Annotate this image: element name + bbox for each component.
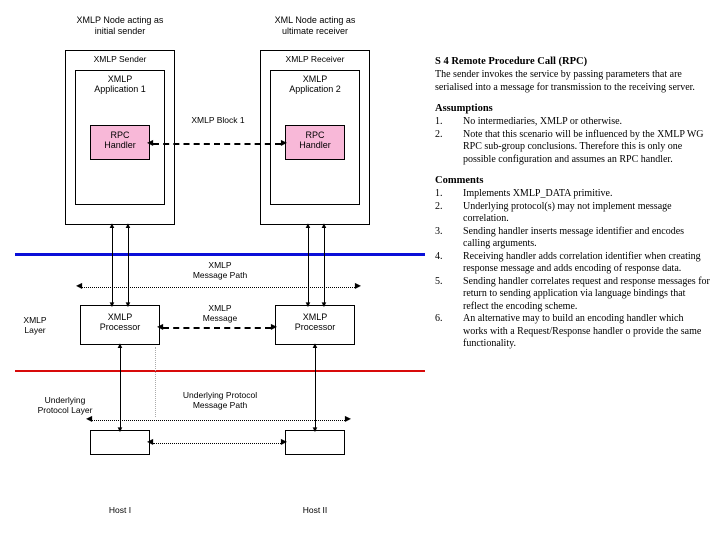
list-item: 1.Implements XMLP_DATA primitive. xyxy=(435,188,710,201)
list-item: 3.Sending handler inserts message identi… xyxy=(435,226,710,251)
label-sender: XMLP Sender xyxy=(66,51,174,64)
comments-list: 1.Implements XMLP_DATA primitive.2.Under… xyxy=(435,188,710,351)
connector-sender-proc xyxy=(112,227,113,303)
list-item: 2.Note that this scenario will be influe… xyxy=(435,129,710,167)
label-msg-path: XMLP Message Path xyxy=(190,260,250,280)
list-item: 5.Sending handler correlates request and… xyxy=(435,276,710,314)
label-xmlp-layer: XMLP Layer xyxy=(15,315,55,335)
connector-proc-ul-1 xyxy=(120,347,121,428)
connector-msg-path xyxy=(82,287,355,288)
divider-red xyxy=(15,370,425,372)
box-processor-2: XMLP Processor xyxy=(275,305,355,345)
box-processor-1: XMLP Processor xyxy=(80,305,160,345)
list-item: 6.An alternative may to build an encodin… xyxy=(435,313,710,351)
box-rpc-handler-1: RPC Handler xyxy=(90,125,150,160)
comments-heading: Comments xyxy=(435,174,710,187)
intro-text: The sender invokes the service by passin… xyxy=(435,69,710,94)
architecture-diagram: XMLP Node acting as initial sender XML N… xyxy=(15,15,425,525)
label-block1: XMLP Block 1 xyxy=(183,115,253,125)
connector-underlying-path xyxy=(92,420,345,421)
list-item: 2.Underlying protocol(s) may not impleme… xyxy=(435,201,710,226)
assumptions-heading: Assumptions xyxy=(435,102,710,115)
label-host2: Host II xyxy=(295,505,335,515)
description-panel: S 4 Remote Procedure Call (RPC) The send… xyxy=(435,55,710,351)
label-underlying-path: Underlying Protocol Message Path xyxy=(175,390,265,410)
connector-underlying xyxy=(153,443,281,444)
label-receiver: XMLP Receiver xyxy=(261,51,369,64)
connector-processors xyxy=(163,327,271,329)
connector-recv-proc-2 xyxy=(324,227,325,303)
connector-recv-proc xyxy=(308,227,309,303)
label-node-sender: XMLP Node acting as initial sender xyxy=(70,15,170,37)
label-underlying: Underlying Protocol Layer xyxy=(30,395,100,415)
divider-blue xyxy=(15,253,425,256)
title: S 4 Remote Procedure Call (RPC) xyxy=(435,55,710,68)
list-item: 4.Receiving handler adds correlation ide… xyxy=(435,251,710,276)
label-host1: Host I xyxy=(100,505,140,515)
label-node-receiver: XML Node acting as ultimate receiver xyxy=(265,15,365,37)
gray-guide xyxy=(155,347,156,417)
connector-proc-ul-2 xyxy=(315,347,316,428)
list-item: 1.No intermediaries, XMLP or otherwise. xyxy=(435,116,710,129)
assumptions-list: 1.No intermediaries, XMLP or otherwise.2… xyxy=(435,116,710,166)
connector-rpc xyxy=(153,143,281,145)
box-rpc-handler-2: RPC Handler xyxy=(285,125,345,160)
connector-sender-proc-2 xyxy=(128,227,129,303)
label-msg: XMLP Message xyxy=(195,303,245,323)
